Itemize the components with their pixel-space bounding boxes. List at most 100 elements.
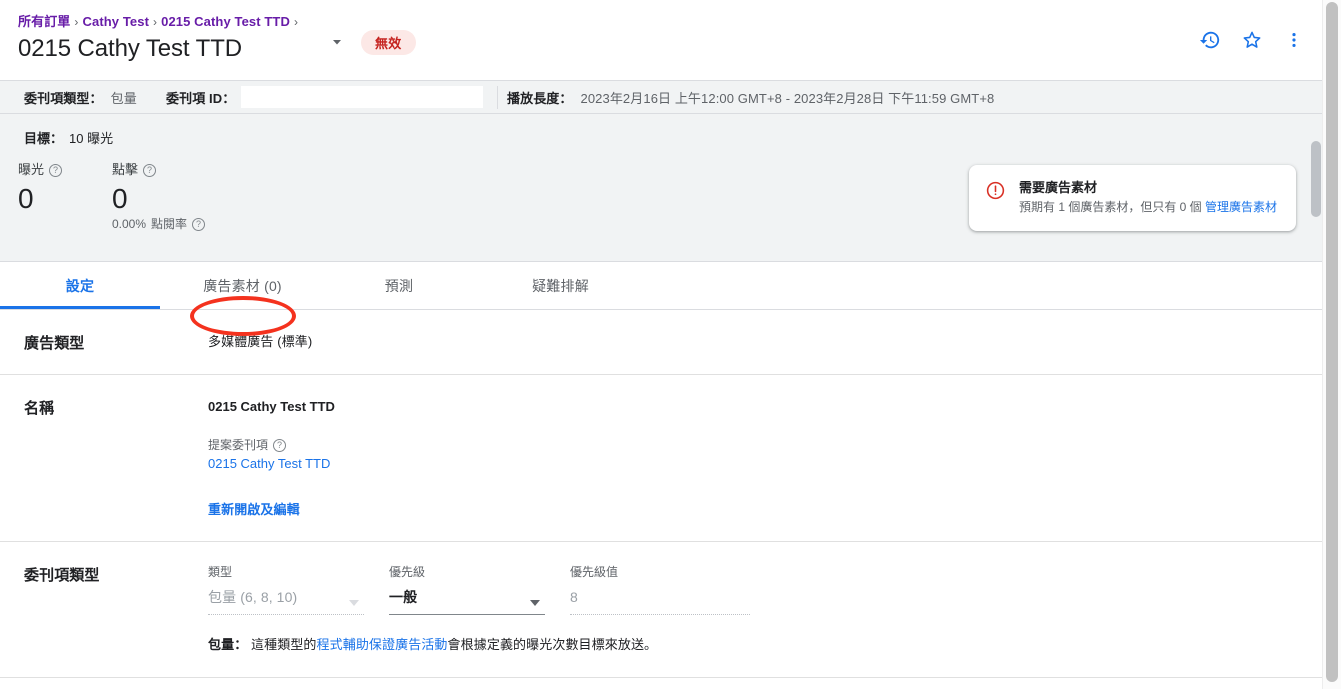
field-type: 類型 包量 (6, 8, 10) — [208, 564, 383, 615]
kpi-clicks: 點擊 ? 0 0.00% 點閱率 ? — [112, 162, 206, 232]
type-select: 包量 (6, 8, 10) — [208, 588, 383, 615]
kpi-value: 0 — [18, 183, 34, 214]
line-item-id-label: 委刊項 ID： — [166, 90, 236, 106]
tab-creatives[interactable]: 廣告素材 (0) — [160, 262, 325, 310]
type-select-value: 包量 (6, 8, 10) — [208, 589, 298, 605]
more-vert-icon[interactable] — [1282, 28, 1306, 52]
line-item-type-value: 包量 — [110, 90, 137, 106]
header-title-block: 所有訂單 › Cathy Test › 0215 Cathy Test TTD › 021… — [18, 14, 302, 64]
ad-type-value: 多媒體廣告 (標準) — [208, 334, 313, 349]
kpi-list: 曝光 ? 0 點擊 ? 0 0.00% 點閱率 ? — [18, 162, 206, 232]
star-outline-icon[interactable] — [1240, 28, 1264, 52]
alert-description: 預期有 1 個廣告素材，但只有 0 個 管理廣告素材 — [1019, 199, 1277, 216]
ctr-label: 點閱率 — [151, 217, 188, 231]
note-label: 包量： — [208, 637, 248, 652]
tab-troubleshoot[interactable]: 疑難排解 — [473, 262, 648, 310]
ctr-value: 0.00% — [112, 217, 147, 231]
settings-row-label: 委刊項類型 — [24, 567, 100, 584]
header-actions — [1198, 28, 1306, 52]
priority-value-input: 8 — [570, 588, 770, 615]
help-icon[interactable]: ? — [273, 438, 287, 452]
app-root: 所有訂單 › Cathy Test › 0215 Cathy Test TTD › 021… — [0, 0, 1341, 689]
help-icon[interactable]: ? — [192, 217, 206, 231]
alert-title: 需要廣告素材 — [1019, 180, 1098, 195]
field-underline — [389, 614, 545, 615]
field-label: 優先級值 — [570, 565, 619, 579]
field-underline — [208, 614, 364, 615]
kpi-ctr: 0.00% 點閱率 ? — [112, 216, 206, 232]
browser-scrollbar-thumb[interactable] — [1326, 2, 1338, 682]
metrics-scrollbar-thumb[interactable] — [1311, 141, 1321, 217]
settings-row-body: 0215 Cathy Test TTD 提案委刊項 ? 0215 Cathy T… — [208, 397, 1322, 519]
breadcrumb-separator: › — [293, 15, 299, 29]
goal-value: 10 曝光 — [69, 131, 114, 146]
kpi-header: 曝光 ? — [18, 162, 112, 178]
field-priority: 優先級 一般 — [389, 564, 564, 615]
line-item-name-value: 0215 Cathy Test TTD — [208, 399, 335, 414]
proposal-line-item-label: 提案委刊項 — [208, 438, 269, 452]
note-text-before: 這種類型的 — [247, 637, 317, 652]
tab-settings[interactable]: 設定 — [0, 262, 160, 310]
settings-row-body: 多媒體廣告 (標準) — [208, 332, 1322, 352]
settings-row-label: 名稱 — [24, 400, 55, 417]
line-item-type-note: 包量： 這種類型的程式輔助保證廣告活動會根據定義的曝光次數目標來放送。 — [208, 635, 1298, 655]
chevron-down-icon — [349, 593, 359, 606]
breadcrumb-item-cathy-test[interactable]: Cathy Test — [83, 14, 150, 29]
line-item-type-group: 委刊項類型： 包量 — [24, 88, 137, 107]
kpi-label: 點擊 — [112, 162, 139, 177]
line-item-type-label: 委刊項類型： — [24, 90, 103, 106]
line-item-id-group: 委刊項 ID： — [166, 86, 484, 108]
alert-description-text: 預期有 1 個廣告素材，但只有 0 個 — [1019, 200, 1206, 214]
tab-forecast[interactable]: 預測 — [325, 262, 473, 310]
programmatic-guaranteed-link[interactable]: 程式輔助保證廣告活動 — [317, 637, 448, 652]
tab-bar: 設定 廣告素材 (0) 預測 疑難排解 — [0, 262, 1322, 310]
flight-dates-label: 播放長度： — [507, 90, 573, 106]
error-circle-icon — [985, 180, 1006, 216]
breadcrumb-item-all-orders[interactable]: 所有訂單 — [18, 14, 70, 29]
status-badge: 無效 — [361, 30, 416, 55]
page-header: 所有訂單 › Cathy Test › 0215 Cathy Test TTD › 021… — [0, 0, 1322, 81]
page-title: 0215 Cathy Test TTD — [18, 35, 242, 62]
flight-dates-group: 播放長度： 2023年2月16日 上午12:00 GMT+8 - 2023年2月… — [507, 88, 994, 107]
breadcrumb-item-line-item[interactable]: 0215 Cathy Test TTD — [161, 14, 290, 29]
settings-row-line-item-type: 委刊項類型 類型 包量 (6, 8, 10) 優先級 一般 優先級值 8 包量：… — [0, 542, 1322, 678]
creative-required-alert: 需要廣告素材 預期有 1 個廣告素材，但只有 0 個 管理廣告素材 — [969, 165, 1296, 231]
browser-scrollbar-track[interactable] — [1322, 0, 1341, 689]
help-icon[interactable]: ? — [143, 163, 157, 177]
note-text-after: 會根據定義的曝光次數目標來放送。 — [447, 637, 658, 652]
field-label: 優先級 — [389, 565, 426, 579]
settings-row-label: 廣告類型 — [24, 335, 85, 352]
line-item-type-fields: 類型 包量 (6, 8, 10) 優先級 一般 優先級值 8 — [208, 564, 1298, 615]
tab-active-indicator — [0, 306, 160, 309]
chevron-down-icon[interactable] — [330, 35, 344, 49]
kpi-impressions: 曝光 ? 0 — [18, 162, 112, 232]
priority-select[interactable]: 一般 — [389, 588, 564, 615]
history-icon[interactable] — [1198, 28, 1222, 52]
proposal-line-item-link[interactable]: 0215 Cathy Test TTD — [208, 456, 330, 471]
chevron-down-icon[interactable] — [530, 593, 540, 606]
help-icon[interactable]: ? — [49, 163, 63, 177]
kpi-header: 點擊 ? — [112, 162, 206, 178]
proposal-line-item-label-group: 提案委刊項 ? — [208, 437, 1298, 453]
priority-value-text: 8 — [570, 589, 578, 605]
field-underline — [570, 614, 750, 615]
goal-label: 目標： — [24, 131, 64, 146]
manage-creatives-link[interactable]: 管理廣告素材 — [1205, 200, 1277, 214]
kpi-label: 曝光 — [18, 162, 45, 177]
settings-section: 廣告類型 多媒體廣告 (標準) 名稱 0215 Cathy Test TTD 提… — [0, 310, 1322, 678]
breadcrumb: 所有訂單 › Cathy Test › 0215 Cathy Test TTD › — [18, 14, 302, 30]
priority-select-value: 一般 — [389, 589, 418, 605]
reopen-and-edit-link[interactable]: 重新開啟及編輯 — [208, 499, 300, 518]
settings-row-ad-type: 廣告類型 多媒體廣告 (標準) — [0, 310, 1322, 375]
page-container: 所有訂單 › Cathy Test › 0215 Cathy Test TTD › 021… — [0, 0, 1322, 689]
breadcrumb-separator: › — [74, 15, 79, 29]
settings-row-body: 類型 包量 (6, 8, 10) 優先級 一般 優先級值 8 包量： 這種類型的… — [208, 564, 1322, 655]
metrics-scrollbar-track[interactable] — [1310, 114, 1322, 261]
field-label: 類型 — [208, 565, 233, 579]
line-item-id-input[interactable] — [241, 86, 484, 108]
goal-row: 目標： 10 曝光 — [24, 128, 113, 147]
settings-row-name: 名稱 0215 Cathy Test TTD 提案委刊項 ? 0215 Cath… — [0, 375, 1322, 542]
info-bar-divider — [497, 86, 498, 109]
flight-dates-value: 2023年2月16日 上午12:00 GMT+8 - 2023年2月28日 下午… — [580, 90, 995, 106]
info-bar: 委刊項類型： 包量 委刊項 ID： 播放長度： 2023年2月16日 上午12:… — [0, 81, 1322, 114]
